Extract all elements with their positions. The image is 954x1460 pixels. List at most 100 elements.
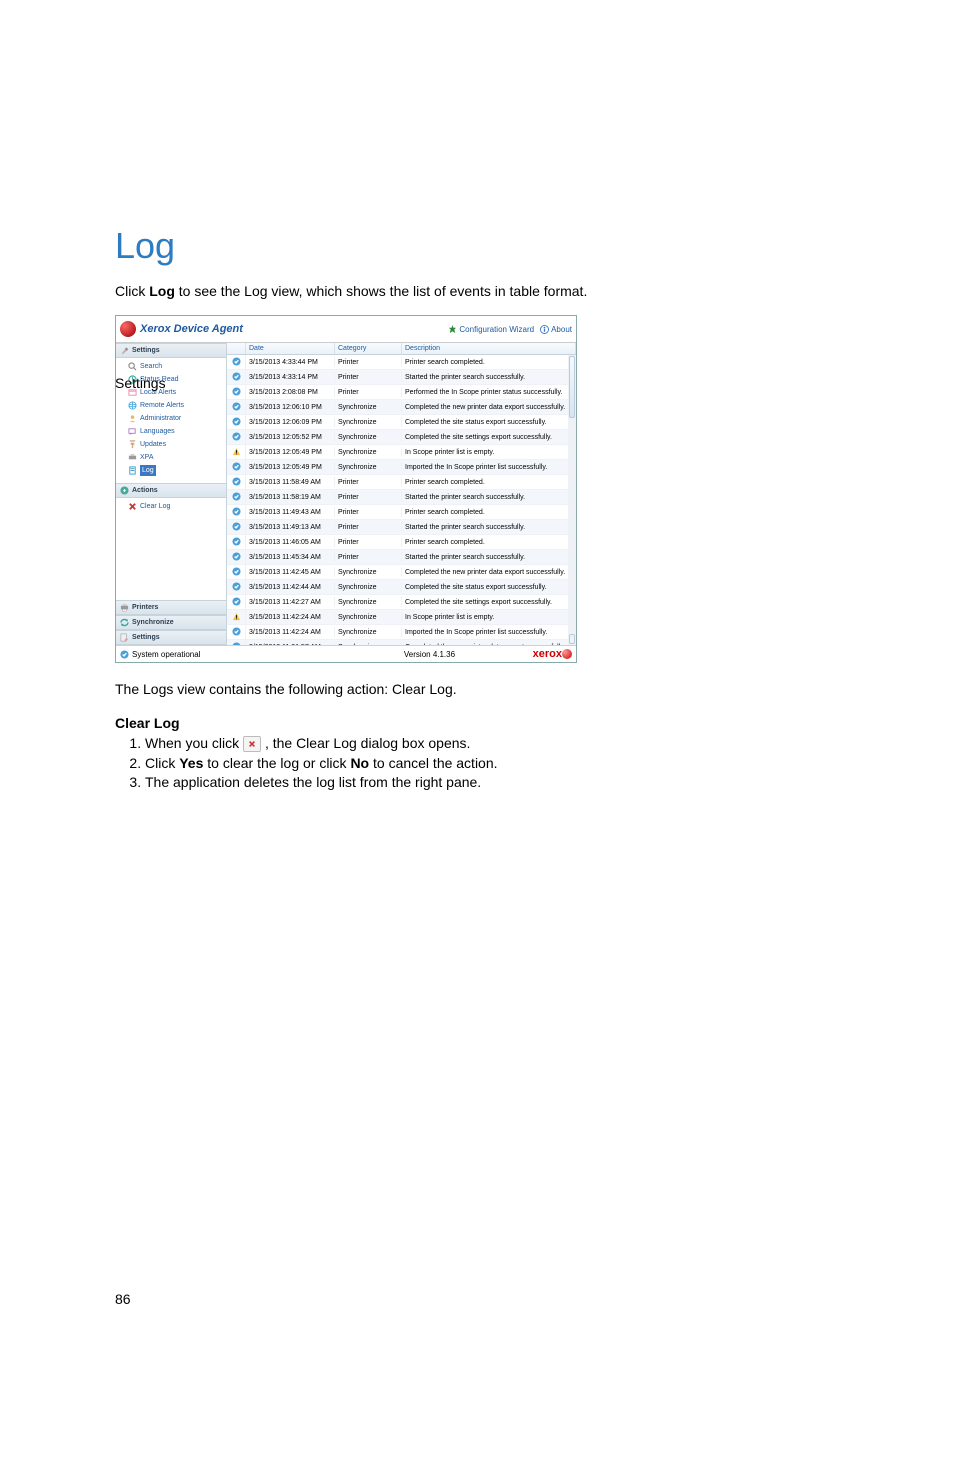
table-row[interactable]: 3/15/2013 12:05:49 PMSynchronizeIn Scope… xyxy=(227,445,576,460)
cell-date: 3/15/2013 11:58:19 AM xyxy=(246,492,335,502)
col-description[interactable]: Description xyxy=(402,343,576,354)
scrollbar-thumb[interactable] xyxy=(569,356,575,418)
cell-description: Started the printer search successfully. xyxy=(402,522,576,532)
cell-date: 3/15/2013 12:05:49 PM xyxy=(246,447,335,457)
cell-description: Printer search completed. xyxy=(402,537,576,547)
table-row[interactable]: 3/15/2013 11:49:13 AMPrinterStarted the … xyxy=(227,520,576,535)
nav-item-xpa[interactable]: XPA xyxy=(116,451,226,464)
cell-category: Synchronize xyxy=(335,462,402,472)
col-category[interactable]: Category xyxy=(335,343,402,354)
cell-date: 3/15/2013 12:06:09 PM xyxy=(246,417,335,427)
table-row[interactable]: 3/15/2013 11:42:24 AMSynchronizeIn Scope… xyxy=(227,610,576,625)
cell-date: 3/15/2013 11:49:43 AM xyxy=(246,507,335,517)
table-row[interactable]: 3/15/2013 4:33:44 PMPrinterPrinter searc… xyxy=(227,355,576,370)
cell-category: Printer xyxy=(335,372,402,382)
step-1: When you click , the Clear Log dialog bo… xyxy=(145,735,839,752)
vertical-scrollbar[interactable] xyxy=(568,355,576,645)
nav-settings-bottom[interactable]: Settings xyxy=(116,630,226,645)
table-row[interactable]: 3/15/2013 11:42:44 AMSynchronizeComplete… xyxy=(227,580,576,595)
table-row[interactable]: 3/15/2013 2:08:08 PMPrinterPerformed the… xyxy=(227,385,576,400)
updates-icon xyxy=(128,440,137,449)
cell-date: 3/15/2013 11:42:27 AM xyxy=(246,597,335,607)
table-row[interactable]: 3/15/2013 11:31:57 AMSynchronizeComplete… xyxy=(227,640,576,645)
table-row[interactable]: 3/15/2013 4:33:14 PMPrinterStarted the p… xyxy=(227,370,576,385)
cell-description: In Scope printer list is empty. xyxy=(402,447,576,457)
about-link[interactable]: About xyxy=(540,325,572,334)
cell-date: 3/15/2013 11:42:24 AM xyxy=(246,627,335,637)
cell-description: Printer search completed. xyxy=(402,477,576,487)
search-icon xyxy=(128,362,137,371)
below-screenshot-text: The Logs view contains the following act… xyxy=(115,681,839,697)
cell-date: 3/15/2013 12:06:10 PM xyxy=(246,402,335,412)
cell-date: 3/15/2013 12:05:52 PM xyxy=(246,432,335,442)
nav-item-languages[interactable]: Languages xyxy=(116,425,226,438)
cell-category: Synchronize xyxy=(335,402,402,412)
info-icon xyxy=(227,460,246,474)
cell-category: Synchronize xyxy=(335,642,402,645)
intro-text: Click Log to see the Log view, which sho… xyxy=(115,283,839,299)
xerox-ball-icon xyxy=(562,649,572,659)
nav-item-remote-alerts[interactable]: Remote Alerts xyxy=(116,399,226,412)
app-screenshot: Xerox Device Agent Configuration Wizard … xyxy=(115,315,577,663)
cell-description: Printer search completed. xyxy=(402,357,576,367)
table-row[interactable]: 3/15/2013 11:49:43 AMPrinterPrinter sear… xyxy=(227,505,576,520)
app-title: Xerox Device Agent xyxy=(140,323,442,335)
sidebar-head-actions[interactable]: Actions xyxy=(116,483,226,498)
actions-nav: Clear Log xyxy=(116,498,226,519)
info-icon xyxy=(227,595,246,609)
step-3: The application deletes the log list fro… xyxy=(145,774,839,790)
table-row[interactable]: 3/15/2013 12:05:49 PMSynchronizeImported… xyxy=(227,460,576,475)
col-icon[interactable] xyxy=(227,343,246,354)
warning-icon xyxy=(227,445,246,459)
xerox-brand-logo: xerox xyxy=(533,648,562,660)
nav-item-administrator[interactable]: Administrator xyxy=(116,412,226,425)
table-row[interactable]: 3/15/2013 11:58:19 AMPrinterStarted the … xyxy=(227,490,576,505)
cell-date: 3/15/2013 11:31:57 AM xyxy=(246,642,335,645)
table-row[interactable]: 3/15/2013 11:46:05 AMPrinterPrinter sear… xyxy=(227,535,576,550)
info-icon xyxy=(227,475,246,489)
log-table: Date Category Description 3/15/2013 4:33… xyxy=(227,343,576,645)
page-title: Log xyxy=(115,225,839,267)
nav-item-log[interactable]: Log xyxy=(116,464,226,477)
col-date[interactable]: Date xyxy=(246,343,335,354)
cell-description: Started the printer search successfully. xyxy=(402,492,576,502)
nav-item-updates[interactable]: Updates xyxy=(116,438,226,451)
nav-printers[interactable]: Printers xyxy=(116,600,226,615)
cell-date: 3/15/2013 11:45:34 AM xyxy=(246,552,335,562)
scroll-down-button[interactable] xyxy=(569,634,575,644)
cell-description: Completed the site status export success… xyxy=(402,582,576,592)
cell-category: Synchronize xyxy=(335,582,402,592)
config-wizard-link[interactable]: Configuration Wizard xyxy=(448,325,534,334)
cell-category: Printer xyxy=(335,357,402,367)
table-row[interactable]: 3/15/2013 11:42:45 AMSynchronizeComplete… xyxy=(227,565,576,580)
cell-category: Printer xyxy=(335,522,402,532)
clear-log-action[interactable]: Clear Log xyxy=(116,500,226,513)
table-row[interactable]: 3/15/2013 12:06:10 PMSynchronizeComplete… xyxy=(227,400,576,415)
table-row[interactable]: 3/15/2013 12:06:09 PMSynchronizeComplete… xyxy=(227,415,576,430)
sidebar-head-settings[interactable]: Settings xyxy=(116,343,226,358)
status-bar: System operational Version 4.1.36 xerox xyxy=(116,645,576,662)
cell-date: 3/15/2013 4:33:14 PM xyxy=(246,372,335,382)
cell-category: Synchronize xyxy=(335,612,402,622)
info-icon xyxy=(227,430,246,444)
page-number: 86 xyxy=(115,1291,131,1307)
administrator-icon xyxy=(128,414,137,423)
table-header-row: Date Category Description xyxy=(227,343,576,355)
cell-description: Completed the site settings export succe… xyxy=(402,432,576,442)
info-icon xyxy=(227,355,246,369)
table-row[interactable]: 3/15/2013 11:58:49 AMPrinterPrinter sear… xyxy=(227,475,576,490)
status-ok-icon xyxy=(120,650,129,659)
sidebar-bottom-nav: Printers Synchronize Settings xyxy=(116,600,226,645)
cell-category: Printer xyxy=(335,387,402,397)
cell-date: 3/15/2013 11:49:13 AM xyxy=(246,522,335,532)
table-row[interactable]: 3/15/2013 11:42:27 AMSynchronizeComplete… xyxy=(227,595,576,610)
table-row[interactable]: 3/15/2013 12:05:52 PMSynchronizeComplete… xyxy=(227,430,576,445)
info-icon xyxy=(227,400,246,414)
table-row[interactable]: 3/15/2013 11:42:24 AMSynchronizeImported… xyxy=(227,625,576,640)
cell-description: Imported the In Scope printer list succe… xyxy=(402,462,576,472)
info-icon xyxy=(227,535,246,549)
nav-synchronize[interactable]: Synchronize xyxy=(116,615,226,630)
clear-log-heading: Clear Log xyxy=(115,715,839,731)
table-row[interactable]: 3/15/2013 11:45:34 AMPrinterStarted the … xyxy=(227,550,576,565)
nav-item-search[interactable]: Search xyxy=(116,360,226,373)
